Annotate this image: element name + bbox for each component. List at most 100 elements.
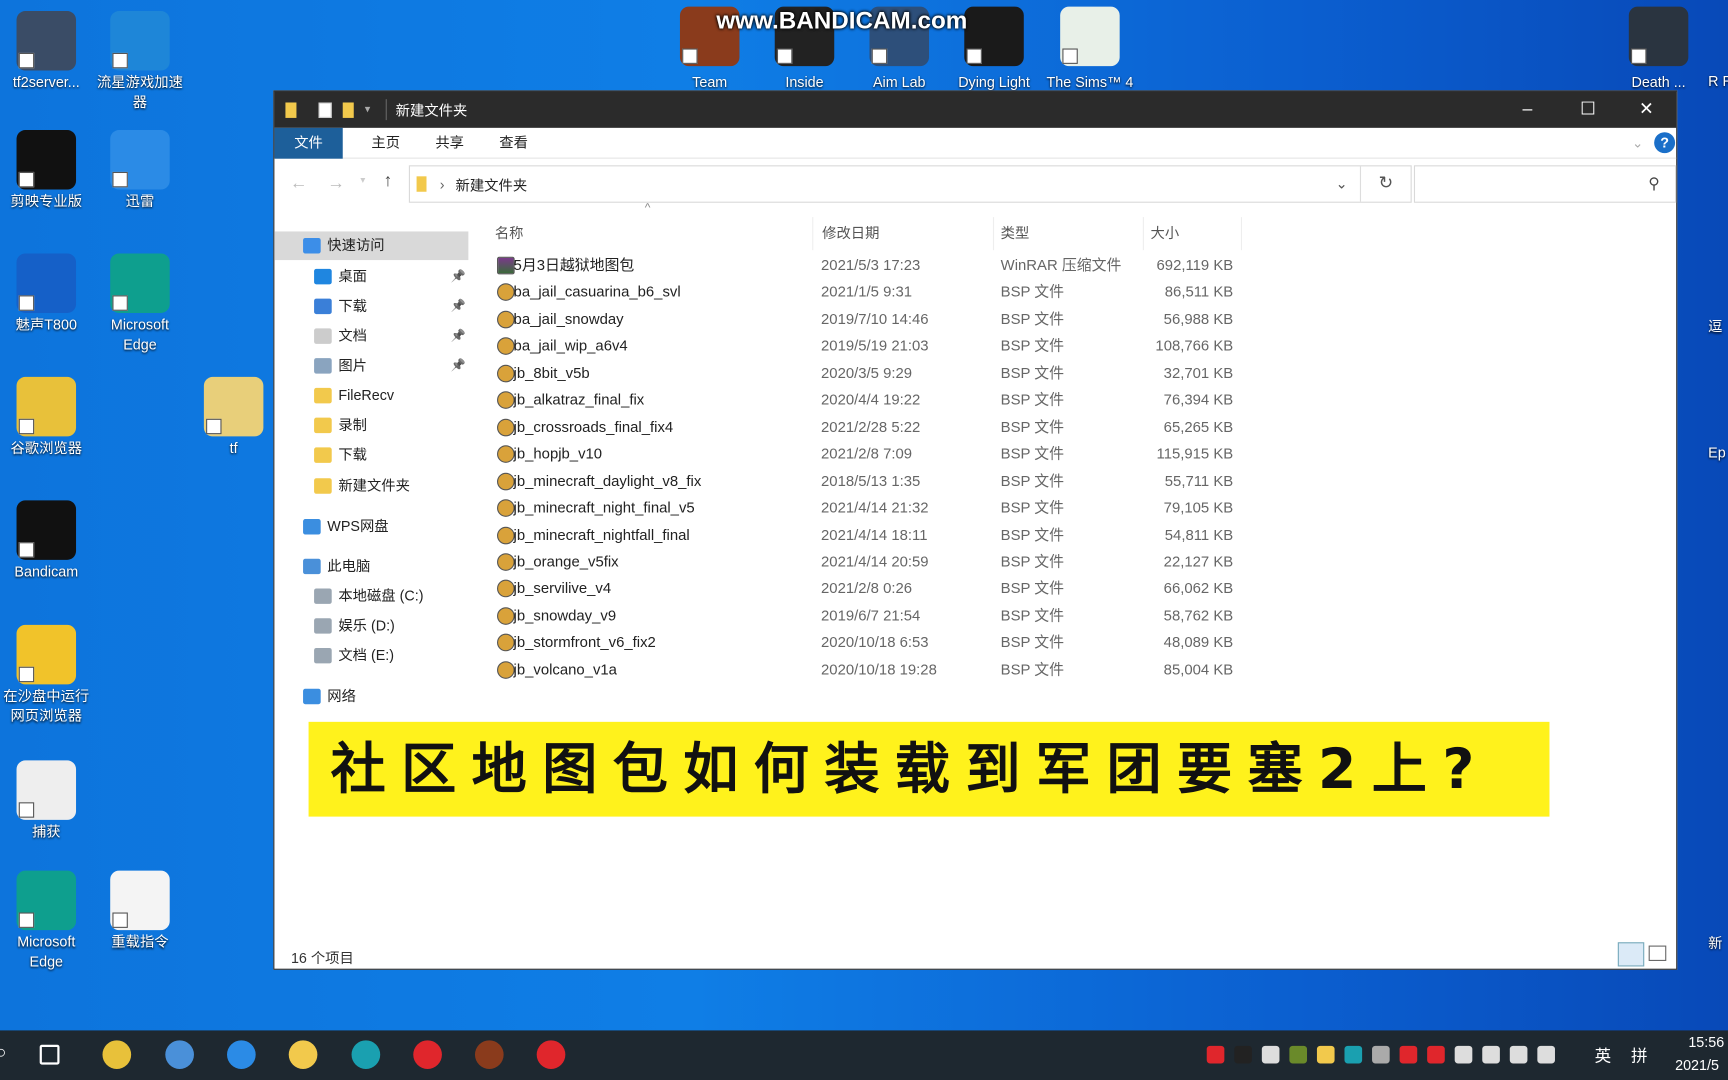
tray-icon[interactable] — [1234, 1045, 1252, 1064]
taskbar-xunlei-icon[interactable] — [227, 1040, 256, 1069]
address-history-dropdown[interactable]: ⌄ — [1336, 175, 1348, 193]
breadcrumb-current[interactable]: 新建文件夹 — [456, 174, 528, 195]
taskbar-chrome-icon[interactable] — [102, 1040, 132, 1069]
sidebar-item[interactable]: 下载 — [314, 441, 468, 470]
taskbar-app-circle-icon[interactable] — [351, 1040, 381, 1069]
taskbar-netease-music-icon[interactable] — [413, 1040, 442, 1069]
tray-icon[interactable] — [1316, 1045, 1335, 1064]
tray-icon[interactable] — [1482, 1045, 1500, 1064]
desktop-shortcut[interactable]: 重载指令 — [94, 870, 187, 953]
maximize-button[interactable]: ☐ — [1558, 91, 1618, 127]
file-row[interactable]: jb_volcano_v1a 2020/10/18 19:28 BSP 文件 85,0… — [486, 657, 1246, 683]
pin-icon[interactable]: 📌 — [451, 262, 466, 291]
desktop-shortcut[interactable]: 魅声T800 — [0, 253, 93, 335]
sidebar-item[interactable]: WPS网盘 — [303, 512, 468, 541]
desktop-shortcut[interactable]: 剪映专业版 — [0, 130, 93, 212]
address-bar[interactable]: › 新建文件夹 ⌄ ↻ — [408, 165, 1412, 203]
tray-icon[interactable] — [1289, 1045, 1308, 1064]
tab-file[interactable]: 文件 — [274, 127, 343, 159]
desktop-shortcut[interactable]: 迅雷 — [94, 130, 187, 212]
column-header-date[interactable]: 修改日期 — [812, 217, 988, 251]
sidebar-item[interactable]: 文档 📌 — [314, 322, 468, 351]
file-row[interactable]: jb_servilive_v4 2021/2/8 0:26 BSP 文件 66,062… — [486, 576, 1246, 602]
file-row[interactable]: jb_minecraft_nightfall_final 2021/4/14 18… — [486, 522, 1246, 548]
taskbar-network-tool-icon[interactable] — [165, 1040, 194, 1069]
pin-icon[interactable]: 📌 — [451, 322, 466, 351]
desktop-shortcut[interactable]: 谷歌浏览器 — [0, 376, 93, 459]
expand-ribbon-icon[interactable]: ⌄ — [1632, 135, 1643, 150]
file-row[interactable]: ba_jail_casuarina_b6_svl 2021/1/5 9:31 BSP… — [486, 279, 1246, 305]
file-row[interactable]: jb_8bit_v5b 2020/3/5 9:29 BSP 文件 32,701 KB — [486, 360, 1246, 386]
ime-language[interactable]: 英 — [1595, 1044, 1612, 1067]
sidebar-item[interactable]: FileRecv — [314, 381, 468, 410]
clock-time[interactable]: 15:56 — [1688, 1034, 1724, 1051]
refresh-button[interactable]: ↻ — [1359, 166, 1411, 202]
desktop-shortcut[interactable]: Microsoft Edge — [94, 253, 187, 354]
sidebar-item[interactable]: 网络 — [303, 682, 468, 711]
sidebar-item[interactable]: 桌面 📌 — [314, 262, 468, 291]
tray-icon[interactable] — [1344, 1045, 1363, 1064]
desktop-shortcut[interactable]: tf2server... — [0, 11, 93, 93]
taskbar-tf2-icon[interactable] — [474, 1040, 504, 1069]
sidebar-item[interactable]: 此电脑 — [303, 552, 468, 581]
desktop-shortcut[interactable]: 流星游戏加速器 — [94, 11, 187, 112]
file-row[interactable]: jb_hopjb_v10 2021/2/8 7:09 BSP 文件 115,915 K… — [486, 441, 1246, 467]
forward-button[interactable]: → — [327, 174, 345, 194]
help-button[interactable]: ? — [1654, 132, 1676, 154]
sidebar-item[interactable]: 图片 📌 — [314, 352, 468, 381]
file-row[interactable]: jb_stormfront_v6_fix2 2020/10/18 6:53 BSP … — [486, 630, 1246, 656]
desktop-shortcut[interactable]: Death ... — [1612, 6, 1705, 93]
sidebar-item[interactable]: 录制 — [314, 411, 468, 440]
title-bar[interactable]: ▾ 新建文件夹 – ☐ ✕ — [274, 91, 1677, 128]
pin-icon[interactable]: 📌 — [451, 292, 466, 321]
taskbar-task-view-icon[interactable] — [39, 1044, 60, 1065]
tray-icon[interactable] — [1206, 1045, 1225, 1064]
tray-icon[interactable] — [1427, 1045, 1445, 1064]
new-folder-icon[interactable] — [342, 101, 354, 118]
tab-home[interactable]: 主页 — [354, 127, 418, 158]
file-row[interactable]: 5月3日越狱地图包 2021/5/3 17:23 WinRAR 压缩文件 692,11… — [486, 252, 1246, 278]
column-header-name[interactable]: 名称 — [495, 217, 815, 250]
ime-mode[interactable]: 拼 — [1631, 1044, 1648, 1067]
desktop-shortcut-partial[interactable]: 逗 — [1708, 317, 1728, 337]
file-row[interactable]: jb_alkatraz_final_fix 2020/4/4 19:22 BSP 文… — [486, 387, 1246, 413]
tab-share[interactable]: 共享 — [418, 127, 482, 158]
file-row[interactable]: jb_crossroads_final_fix4 2021/2/28 5:22 BS… — [486, 414, 1246, 440]
tray-icon[interactable] — [1261, 1045, 1280, 1064]
desktop-shortcut[interactable]: 捕获 — [0, 760, 93, 842]
search-button[interactable]: ○ — [0, 1044, 6, 1064]
sidebar-item[interactable]: 新建文件夹 — [314, 472, 468, 501]
back-button[interactable]: ← — [290, 174, 308, 194]
up-button[interactable]: ↑ — [384, 172, 393, 192]
column-header-size[interactable]: 大小 — [1142, 217, 1242, 251]
properties-icon[interactable] — [318, 101, 332, 118]
file-row[interactable]: jb_minecraft_night_final_v5 2021/4/14 21:… — [486, 495, 1246, 521]
column-header-type[interactable]: 类型 — [992, 217, 1143, 251]
large-icons-view-button[interactable] — [1648, 945, 1667, 961]
tray-icon[interactable] — [1454, 1045, 1473, 1064]
recent-locations-icon[interactable]: ▾ — [360, 174, 365, 186]
quick-access-dropdown-icon[interactable]: ▾ — [365, 104, 371, 116]
pin-icon[interactable]: 📌 — [451, 352, 466, 381]
clock-date[interactable]: 2021/5 — [1675, 1057, 1719, 1074]
sidebar-item[interactable]: 本地磁盘 (C:) — [314, 582, 468, 611]
file-row[interactable]: jb_minecraft_daylight_v8_fix 2018/5/13 1:… — [486, 468, 1246, 494]
desktop-shortcut-partial[interactable]: R Re — [1708, 72, 1728, 92]
tray-icon[interactable] — [1372, 1045, 1390, 1064]
file-row[interactable]: jb_snowday_v9 2019/6/7 21:54 BSP 文件 58,762 … — [486, 603, 1246, 629]
file-row[interactable]: jb_orange_v5fix 2021/4/14 20:59 BSP 文件 22,1… — [486, 549, 1246, 575]
desktop-shortcut-partial[interactable]: Ep L — [1708, 443, 1728, 463]
tab-view[interactable]: 查看 — [482, 127, 546, 158]
desktop-shortcut[interactable]: The Sims™ 4 — [1044, 6, 1137, 93]
minimize-button[interactable]: – — [1498, 91, 1558, 127]
desktop-shortcut[interactable]: tf — [187, 376, 280, 459]
sidebar-item[interactable]: 下载 📌 — [314, 292, 468, 321]
file-row[interactable]: ba_jail_snowday 2019/7/10 14:46 BSP 文件 56,9… — [486, 306, 1246, 332]
taskbar-bandicam-icon[interactable] — [536, 1040, 566, 1069]
desktop-shortcut[interactable]: 在沙盘中运行网页浏览器 — [0, 624, 93, 726]
tray-icon[interactable] — [1537, 1045, 1555, 1064]
tray-icon[interactable] — [1399, 1045, 1418, 1064]
desktop-shortcut-partial[interactable]: 新 — [1708, 933, 1728, 953]
desktop-shortcut[interactable]: Microsoft Edge — [0, 870, 93, 972]
tray-icon[interactable] — [1509, 1045, 1528, 1064]
